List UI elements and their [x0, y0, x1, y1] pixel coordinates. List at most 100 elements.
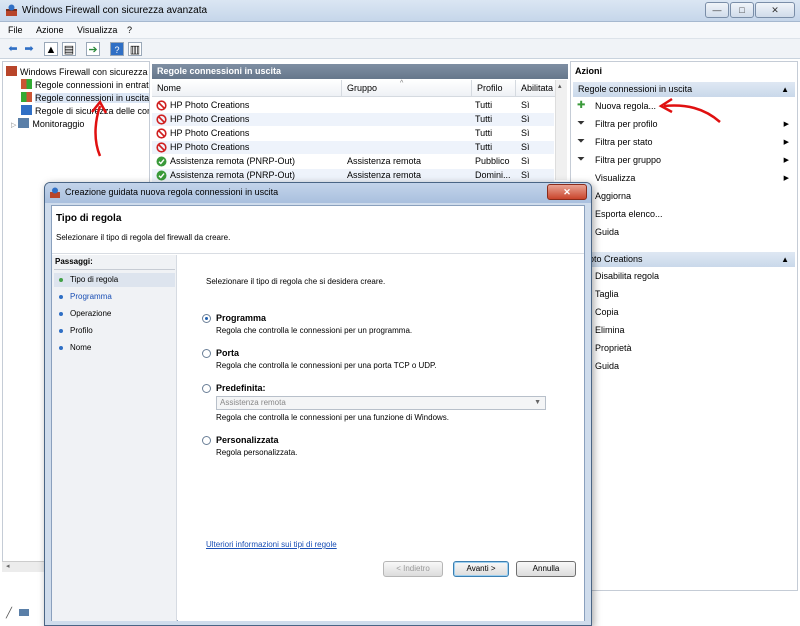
option-description: Regola personalizzata. [216, 448, 298, 457]
actions-title: Azioni [575, 66, 602, 76]
help-icon[interactable]: ? [110, 42, 124, 56]
action-item[interactable]: Visualizza ▶ [575, 171, 793, 186]
submenu-arrow-icon: ▶ [783, 139, 789, 146]
blocked-icon [156, 100, 167, 111]
filter-icon: ⏷ [577, 154, 585, 165]
wizard-step[interactable]: Tipo di regola [54, 273, 175, 287]
dialog-header: Tipo di regola Selezionare il tipo di re… [52, 206, 584, 254]
action-item[interactable]: Elimina [575, 323, 793, 338]
menu-file[interactable]: File [8, 25, 23, 35]
table-row[interactable]: HP Photo Creations Tutti Sì [152, 113, 554, 126]
action-item[interactable]: Aggiorna [575, 189, 793, 204]
action-item[interactable]: Esporta elenco... [575, 207, 793, 222]
cell-profilo: Tutti [475, 128, 493, 138]
wizard-step[interactable]: Programma [54, 290, 175, 304]
tree-item-monitoring[interactable]: ▷ Monitoraggio [11, 118, 84, 131]
wizard-step[interactable]: Nome [54, 341, 175, 355]
column-gruppo[interactable]: Gruppo ^ [342, 80, 472, 97]
collapse-icon[interactable]: ▲ [781, 82, 789, 97]
option-label: Porta [216, 348, 240, 358]
show-hide-tree-icon[interactable]: ▤ [62, 42, 76, 56]
column-abilitata[interactable]: Abilitata [516, 80, 556, 97]
column-nome[interactable]: Nome [152, 80, 342, 97]
predefined-rule-select[interactable]: Assistenza remota ▼ [216, 396, 546, 410]
maximize-button[interactable]: □ [730, 2, 754, 18]
action-item[interactable]: Copia [575, 305, 793, 320]
cell-abilitata: Sì [521, 100, 530, 110]
table-row[interactable]: Assistenza remota (PNRP-Out) Assistenza r… [152, 169, 554, 182]
cancel-button[interactable]: Annulla [516, 561, 576, 577]
action-item[interactable]: ⏷ Filtra per profilo ▶ [575, 117, 793, 132]
rule-icon [21, 79, 32, 89]
action-item[interactable]: Guida [575, 359, 793, 374]
list-vertical-scrollbar[interactable]: ▴ [555, 80, 567, 180]
table-row[interactable]: HP Photo Creations Tutti Sì [152, 127, 554, 140]
collapse-icon[interactable]: ▲ [781, 252, 789, 267]
radio-button[interactable] [202, 384, 211, 393]
action-item[interactable]: ⏷ Filtra per gruppo ▶ [575, 153, 793, 168]
cell-nome: Assistenza remota (PNRP-Out) [170, 170, 296, 180]
action-pane-icon[interactable]: ▥ [128, 42, 142, 56]
wizard-step[interactable]: Profilo [54, 324, 175, 338]
forward-arrow-icon[interactable]: ➡ [22, 42, 36, 56]
radio-button[interactable] [202, 314, 211, 323]
dialog-close-button[interactable]: ✕ [547, 184, 587, 200]
steps-header: Passaggi: [54, 257, 175, 270]
scroll-up-icon[interactable]: ▴ [558, 82, 562, 90]
window-controls: — □ ✕ [705, 2, 795, 18]
blocked-icon [156, 114, 167, 125]
table-row[interactable]: HP Photo Creations Tutti Sì [152, 99, 554, 112]
step-bullet-icon [59, 312, 63, 316]
actions-section-outbound[interactable]: Regole connessioni in uscita ▲ [573, 82, 795, 97]
action-item[interactable]: Disabilita regola [575, 269, 793, 284]
wizard-steps: Passaggi: Tipo di regola Programma Operazi… [52, 255, 177, 621]
step-bullet-icon [59, 346, 63, 350]
step-bullet-icon [59, 329, 63, 333]
action-item[interactable]: Taglia [575, 287, 793, 302]
expand-icon[interactable]: ▷ [11, 122, 16, 129]
step-bullet-icon [59, 278, 63, 282]
back-arrow-icon[interactable]: ⬅ [6, 42, 20, 56]
up-folder-icon[interactable]: ▲ [44, 42, 58, 56]
cell-nome: HP Photo Creations [170, 114, 250, 124]
cell-gruppo: Assistenza remota [347, 156, 422, 166]
actions-section-rule[interactable]: Photo Creations ▲ [573, 252, 795, 267]
chevron-down-icon: ▼ [534, 399, 541, 406]
option-label: Programma [216, 313, 267, 323]
column-profilo[interactable]: Profilo [472, 80, 516, 97]
action-item[interactable]: Proprietà [575, 341, 793, 356]
monitor-icon [18, 609, 29, 616]
cell-profilo: Tutti [475, 142, 493, 152]
cell-abilitata: Sì [521, 142, 530, 152]
action-item[interactable]: Guida [575, 225, 793, 240]
scroll-left-icon[interactable]: ◂ [6, 562, 10, 570]
menu-visualizza[interactable]: Visualizza [77, 25, 117, 35]
tree-item-inbound[interactable]: Regole connessioni in entrata [21, 79, 149, 92]
table-row[interactable]: Assistenza remota (PNRP-Out) Assistenza r… [152, 155, 554, 168]
content-intro: Selezionare il tipo di regola che si des… [206, 277, 386, 286]
tree-item-outbound[interactable]: Regole connessioni in uscita [21, 92, 149, 105]
cell-abilitata: Sì [521, 128, 530, 138]
wizard-step[interactable]: Operazione [54, 307, 175, 321]
cell-profilo: Tutti [475, 100, 493, 110]
export-icon[interactable]: ➔ [86, 42, 100, 56]
tree-root[interactable]: Windows Firewall con sicurezza [6, 66, 148, 79]
back-button[interactable]: < Indietro [383, 561, 443, 577]
action-item[interactable]: ⏷ Filtra per stato ▶ [575, 135, 793, 150]
radio-button[interactable] [202, 436, 211, 445]
table-row[interactable]: HP Photo Creations Tutti Sì [152, 141, 554, 154]
radio-button[interactable] [202, 349, 211, 358]
cell-abilitata: Sì [521, 170, 530, 180]
menu-azione[interactable]: Azione [36, 25, 64, 35]
more-info-link[interactable]: Ulteriori informazioni sui tipi di regol… [206, 540, 337, 549]
next-button[interactable]: Avanti > [453, 561, 509, 577]
sort-ascending-icon: ^ [400, 80, 404, 87]
close-button[interactable]: ✕ [755, 2, 795, 18]
action-item[interactable]: ✚ Nuova regola... [575, 99, 793, 114]
menu-help[interactable]: ? [127, 25, 132, 35]
list-header: Regole connessioni in uscita [152, 64, 568, 79]
firewall-icon [6, 66, 17, 76]
tree-item-connection-security[interactable]: Regole di sicurezza delle connessioni [21, 105, 149, 118]
allowed-icon [156, 170, 167, 181]
minimize-button[interactable]: — [705, 2, 729, 18]
